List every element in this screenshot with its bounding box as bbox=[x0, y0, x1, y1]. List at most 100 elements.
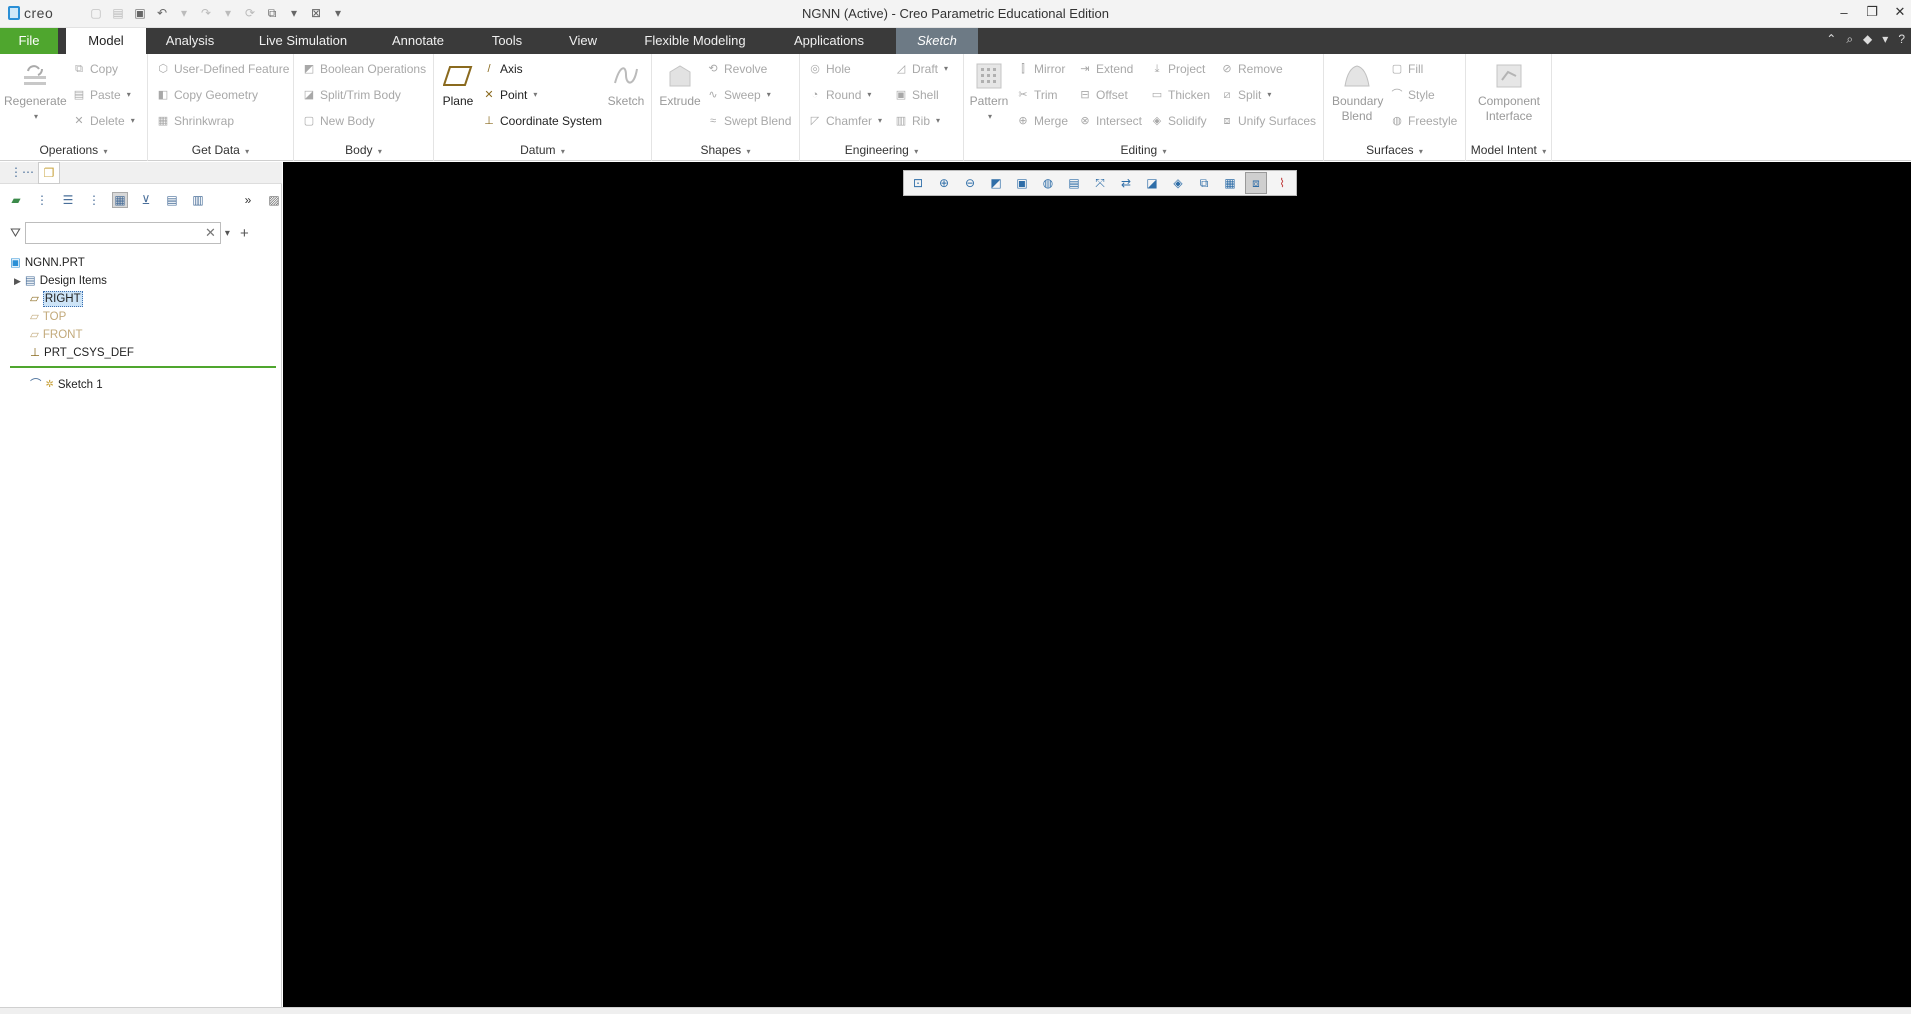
body-group-label[interactable]: Body ▾ bbox=[294, 143, 433, 157]
sweep-dropdown-icon[interactable]: ▾ bbox=[767, 86, 771, 104]
tree-search-input[interactable]: ✕ bbox=[24, 222, 221, 244]
datum-display-filters-icon[interactable]: ⇄ bbox=[1115, 172, 1137, 194]
graphics-window[interactable]: ⊡ ⊕ ⊖ ◩ ▣ ◍ ▤ ⤧ ⇄ ◪ ◈ ⧉ ▦ ⧈ ⌇ bbox=[283, 162, 1911, 1007]
close-window-icon[interactable]: ⊠ bbox=[308, 5, 324, 21]
tree-item-top[interactable]: ▱ TOP bbox=[30, 308, 66, 326]
axis-button[interactable]: / Axis bbox=[482, 60, 522, 78]
component-interface-button[interactable]: Component Interface bbox=[1470, 60, 1548, 124]
sketch-button[interactable]: Sketch bbox=[604, 60, 648, 109]
draft-button[interactable]: ◿ Draft ▾ bbox=[894, 60, 948, 78]
tab-live-simulation[interactable]: Live Simulation bbox=[248, 28, 358, 54]
table-icon[interactable]: ▤ bbox=[164, 192, 180, 208]
sketcher-icon[interactable]: ⌇ bbox=[1271, 172, 1293, 194]
offset-button[interactable]: ⊟ Offset bbox=[1078, 86, 1127, 104]
regenerate-dropdown-icon[interactable]: ▾ bbox=[6, 109, 66, 124]
model-tree-tab-icon[interactable]: ⋮⋯ bbox=[10, 165, 34, 179]
redo-dropdown-icon[interactable]: ▾ bbox=[220, 5, 236, 21]
round-button[interactable]: ◔ Round ▾ bbox=[808, 86, 872, 104]
help-dropdown-icon[interactable]: ▾ bbox=[1882, 32, 1888, 47]
revolve-button[interactable]: ⟲ Revolve bbox=[706, 60, 767, 78]
layers-icon[interactable]: ▥ bbox=[190, 192, 206, 208]
spin-center-icon[interactable]: ⧉ bbox=[1193, 172, 1215, 194]
sketch-view-icon[interactable]: ▦ bbox=[1219, 172, 1241, 194]
point-dropdown-icon[interactable]: ▾ bbox=[533, 86, 537, 104]
details-icon[interactable]: ▨ bbox=[266, 192, 282, 208]
solidify-button[interactable]: ◈ Solidify bbox=[1150, 112, 1207, 130]
sketch-display-filters-icon[interactable]: ⧈ bbox=[1245, 172, 1267, 194]
shapes-group-label[interactable]: Shapes ▾ bbox=[652, 143, 799, 157]
undo-dropdown-icon[interactable]: ▾ bbox=[176, 5, 192, 21]
point-button[interactable]: ✕ Point ▾ bbox=[482, 86, 537, 104]
swept-blend-button[interactable]: ≈ Swept Blend bbox=[706, 112, 791, 130]
tree-item-sketch[interactable]: ⌒ ✲ Sketch 1 bbox=[30, 376, 103, 394]
show-icon[interactable]: ⋮ bbox=[86, 192, 102, 208]
datum-group-label[interactable]: Datum ▾ bbox=[434, 143, 651, 157]
section-icon[interactable]: ◪ bbox=[1141, 172, 1163, 194]
boundary-blend-button[interactable]: Boundary Blend bbox=[1328, 60, 1386, 124]
project-button[interactable]: ⤓ Project bbox=[1150, 60, 1206, 78]
split-button[interactable]: ⧄ Split ▾ bbox=[1220, 86, 1272, 104]
restore-icon[interactable]: ❐ bbox=[1865, 4, 1879, 20]
merge-button[interactable]: ⊕ Merge bbox=[1016, 112, 1068, 130]
clear-search-icon[interactable]: ✕ bbox=[205, 225, 216, 241]
rib-button[interactable]: ▥ Rib ▾ bbox=[894, 112, 940, 130]
view-manager-icon[interactable]: ▤ bbox=[1063, 172, 1085, 194]
folder-browser-tab-icon[interactable]: ❐ bbox=[38, 162, 60, 184]
split-trim-body-button[interactable]: ◪ Split/Trim Body bbox=[302, 86, 401, 104]
tab-view[interactable]: View bbox=[556, 28, 610, 54]
copy-button[interactable]: ⧉ Copy bbox=[72, 60, 118, 78]
freestyle-button[interactable]: ◍ Freestyle bbox=[1390, 112, 1457, 130]
insert-here-marker[interactable] bbox=[10, 366, 276, 368]
extrude-button[interactable]: Extrude bbox=[658, 60, 702, 109]
repaint-icon[interactable]: ◩ bbox=[985, 172, 1007, 194]
open-file-icon[interactable]: ▤ bbox=[110, 5, 126, 21]
trim-button[interactable]: ✂ Trim bbox=[1016, 86, 1057, 104]
tab-model[interactable]: Model bbox=[66, 28, 146, 54]
tab-file[interactable]: File bbox=[0, 28, 58, 54]
sweep-button[interactable]: ∿ Sweep ▾ bbox=[706, 86, 771, 104]
model-tree-icon[interactable]: ▰ bbox=[8, 192, 24, 208]
delete-button[interactable]: ✕ Delete ▾ bbox=[72, 112, 135, 130]
split-dropdown-icon[interactable]: ▾ bbox=[1267, 86, 1271, 104]
windows-icon[interactable]: ⧉ bbox=[264, 5, 280, 21]
help-icon[interactable]: ? bbox=[1898, 32, 1905, 47]
add-filter-icon[interactable]: + bbox=[240, 225, 249, 242]
undo-icon[interactable]: ↶ bbox=[154, 5, 170, 21]
draft-dropdown-icon[interactable]: ▾ bbox=[944, 60, 948, 78]
learning-icon[interactable]: ◆ bbox=[1863, 32, 1872, 47]
boolean-operations-button[interactable]: ◩ Boolean Operations bbox=[302, 60, 426, 78]
coordinate-system-button[interactable]: ⊥ Coordinate System bbox=[482, 112, 602, 130]
tree-filters-icon[interactable]: ☰ bbox=[60, 192, 76, 208]
intersect-button[interactable]: ⊗ Intersect bbox=[1078, 112, 1142, 130]
display-style-icon[interactable]: ▣ bbox=[1011, 172, 1033, 194]
regenerate-button[interactable]: Regenerate ▾ bbox=[4, 60, 67, 124]
delete-dropdown-icon[interactable]: ▾ bbox=[131, 112, 135, 130]
tab-sketch[interactable]: Sketch bbox=[896, 28, 978, 54]
paste-button[interactable]: ▤ Paste ▾ bbox=[72, 86, 131, 104]
unify-surfaces-button[interactable]: ⧈ Unify Surfaces bbox=[1220, 112, 1317, 130]
more-icon[interactable]: » bbox=[240, 192, 256, 208]
remove-button[interactable]: ⊘ Remove bbox=[1220, 60, 1282, 78]
windows-dropdown-icon[interactable]: ▾ bbox=[286, 5, 302, 21]
get-data-group-label[interactable]: Get Data ▾ bbox=[148, 143, 293, 157]
tab-flexible-modeling[interactable]: Flexible Modeling bbox=[630, 28, 760, 54]
close-icon[interactable]: ✕ bbox=[1893, 4, 1907, 20]
tab-annotate[interactable]: Annotate bbox=[378, 28, 458, 54]
copy-geometry-button[interactable]: ◧ Copy Geometry bbox=[156, 86, 258, 104]
tab-tools[interactable]: Tools bbox=[476, 28, 538, 54]
chamfer-button[interactable]: ◸ Chamfer ▾ bbox=[808, 112, 882, 130]
extend-button[interactable]: ⇥ Extend bbox=[1078, 60, 1133, 78]
saved-orientations-icon[interactable]: ◍ bbox=[1037, 172, 1059, 194]
minimize-icon[interactable]: – bbox=[1837, 4, 1851, 20]
annotation-display-icon[interactable]: ◈ bbox=[1167, 172, 1189, 194]
refit-icon[interactable]: ⊡ bbox=[907, 172, 929, 194]
operations-group-label[interactable]: Operations ▾ bbox=[0, 143, 147, 157]
new-file-icon[interactable]: ▢ bbox=[88, 5, 104, 21]
redo-icon[interactable]: ↷ bbox=[198, 5, 214, 21]
pattern-dropdown-icon[interactable]: ▾ bbox=[970, 109, 1010, 124]
search-icon[interactable]: ⌕ bbox=[1846, 32, 1853, 47]
regenerate-icon[interactable]: ⟳ bbox=[242, 5, 258, 21]
tree-settings-icon[interactable]: ⋮ bbox=[34, 192, 50, 208]
plane-button[interactable]: Plane bbox=[438, 60, 478, 109]
engineering-group-label[interactable]: Engineering ▾ bbox=[800, 143, 963, 157]
